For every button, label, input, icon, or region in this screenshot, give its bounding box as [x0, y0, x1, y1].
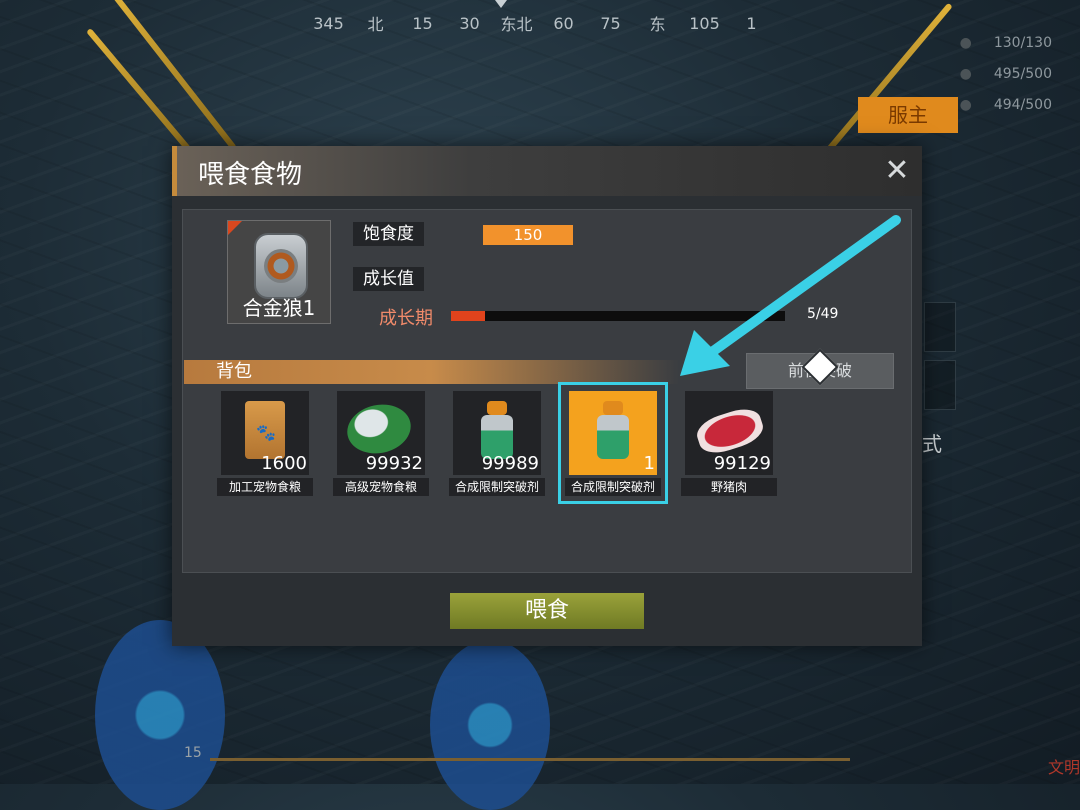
- bag-title: 背包: [216, 361, 252, 382]
- compass-label: 105: [689, 13, 720, 33]
- close-icon[interactable]: ✕: [882, 156, 912, 186]
- compass-label: 60: [553, 13, 574, 33]
- item-label: 加工宠物食粮: [217, 478, 313, 496]
- growth-progress-text: 5/49: [807, 306, 839, 322]
- compass-bar: 345 北 15 30 东北 60 75 东 105 1: [305, 8, 775, 38]
- bottom-progress: 15: [180, 745, 850, 763]
- compass-label: 345: [313, 13, 344, 33]
- pet-food-can-icon: [342, 398, 416, 460]
- side-mode-label[interactable]: 式: [922, 428, 942, 457]
- compass-label: 30: [459, 13, 480, 33]
- bag-header: 背包: [184, 360, 679, 384]
- item-label: 高级宠物食粮: [333, 478, 429, 496]
- compass-label: 75: [600, 13, 621, 33]
- item-label: 合成限制突破剂: [449, 478, 545, 496]
- dialog-body: 合金狼1 饱食度 150 成长值 成长期 5/49 背包 前往突破 1600加工…: [182, 209, 912, 573]
- bag-item[interactable]: 99932 高级宠物食粮: [333, 391, 429, 501]
- feed-button[interactable]: 喂食: [450, 593, 644, 629]
- health-stat: 130/130: [960, 28, 1052, 59]
- pet-name: 合金狼1: [242, 296, 316, 320]
- satiety-value: 150: [483, 225, 573, 245]
- bag-item[interactable]: 99129 野猪肉: [681, 391, 777, 501]
- item-count: 99129: [713, 453, 771, 474]
- growth-stage-label: 成长期: [379, 308, 433, 329]
- compass-label: 东: [649, 15, 666, 34]
- side-panel-slot[interactable]: [924, 302, 956, 352]
- header-accent: [172, 146, 177, 196]
- bottom-progress-bar: [210, 758, 850, 761]
- satiety-label: 饱食度: [353, 222, 424, 246]
- tentacle-2: [430, 640, 550, 810]
- growth-progress-bar: [451, 311, 785, 321]
- bag-item[interactable]: 1 合成限制突破剂: [558, 382, 668, 504]
- dialog-header: 喂食食物 ✕: [172, 146, 922, 196]
- compass-label: 北: [367, 15, 384, 34]
- bag-item[interactable]: 1600 加工宠物食粮: [217, 391, 313, 501]
- item-label: 合成限制突破剂: [565, 478, 661, 496]
- item-count: 1600: [261, 453, 307, 474]
- tentacle: [95, 620, 225, 810]
- feed-dialog: 喂食食物 ✕ 合金狼1 饱食度 150 成长值 成长期 5/49 背包 前往突破…: [172, 146, 922, 646]
- side-panel-slot[interactable]: [924, 360, 956, 410]
- bottom-progress-number: 15: [184, 745, 202, 761]
- player-stats: 130/130 495/500 494/500: [960, 28, 1052, 121]
- item-count: 1: [643, 453, 655, 474]
- compass-pointer-icon: [495, 0, 507, 8]
- growth-progress-fill: [451, 311, 486, 321]
- item-count: 99989: [481, 453, 539, 474]
- item-label: 野猪肉: [681, 478, 777, 496]
- compass-label: 1: [746, 13, 757, 33]
- dialog-title: 喂食食物: [198, 160, 303, 190]
- pet-tag-icon: [254, 233, 308, 299]
- pet-card[interactable]: 合金狼1: [227, 220, 331, 324]
- compass-label: 东北: [500, 15, 533, 34]
- pet-food-bag-icon: [245, 401, 285, 459]
- potion-bottle-icon: [597, 401, 629, 459]
- pet-corner-marker: [228, 221, 242, 235]
- thirst-stat: 494/500: [960, 90, 1052, 121]
- boar-meat-icon: [693, 403, 767, 459]
- fuzhu-button[interactable]: 服主: [858, 97, 958, 133]
- potion-bottle-icon: [481, 401, 513, 459]
- growth-value-label: 成长值: [353, 267, 424, 291]
- compass-label: 15: [412, 13, 433, 33]
- bag-item[interactable]: 99989 合成限制突破剂: [449, 391, 545, 501]
- item-count: 99932: [365, 453, 423, 474]
- bottom-right-text: 文明: [1047, 758, 1080, 777]
- hunger-stat: 495/500: [960, 59, 1052, 90]
